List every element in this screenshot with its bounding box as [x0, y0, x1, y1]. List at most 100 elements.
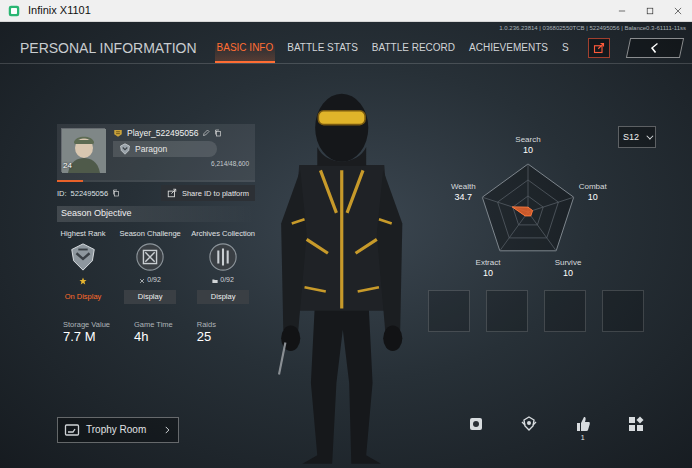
axis-label: Wealth	[451, 182, 476, 191]
axis-value: 10	[523, 145, 533, 155]
share-button[interactable]	[588, 38, 610, 58]
id-label: ID:	[57, 189, 67, 198]
tab[interactable]: ACHIEVEMENTS	[467, 42, 550, 63]
stat-label: Game Time	[134, 320, 173, 329]
close-button[interactable]	[664, 0, 692, 22]
id-row: ID:522495056 Share ID to platform	[57, 182, 255, 202]
stat: Storage Value7.7 M	[63, 320, 110, 346]
trophy-room-button[interactable]: Trophy Room	[57, 417, 179, 443]
stat: Raids25	[197, 320, 216, 346]
close-icon[interactable]	[673, 6, 683, 16]
tab[interactable]: BATTLE RECORD	[370, 42, 457, 63]
thumbs-up-icon[interactable]	[575, 416, 591, 432]
content: 24Player_522495056Paragon6,214/48,600ID:…	[0, 64, 692, 468]
season-select[interactable]: S12	[618, 126, 656, 148]
axis-label: Survive	[555, 258, 582, 267]
action-row: 1	[428, 416, 644, 442]
rank-name: Paragon	[135, 144, 167, 154]
trophy-icon[interactable]	[64, 422, 80, 438]
tab[interactable]: S	[560, 42, 571, 63]
share-id-button[interactable]: Share ID to platform	[161, 185, 255, 201]
emblem-icon[interactable]	[521, 416, 537, 432]
profile-panel: 24Player_522495056Paragon6,214/48,600ID:…	[57, 64, 255, 468]
objective: Archives Collection0/92Display	[191, 229, 255, 304]
empty-slot[interactable]	[602, 290, 644, 332]
folder-icon	[212, 278, 218, 284]
copy-icon[interactable]	[112, 189, 120, 197]
profile-info: Player_522495056 Paragon 6,214/48,600	[113, 128, 249, 176]
share-id-label: Share ID to platform	[182, 189, 249, 198]
chevron-right-icon[interactable]	[162, 425, 172, 435]
caret-icon[interactable]	[646, 132, 653, 139]
exp-text: 6,214/48,600	[113, 160, 249, 167]
edit-icon[interactable]	[202, 129, 210, 137]
objective-count: 0/92	[220, 276, 234, 284]
back-button[interactable]	[626, 38, 684, 58]
id-group: ID:522495056	[57, 189, 120, 198]
rank-pill: Paragon	[113, 141, 217, 157]
rank-badge-icon	[113, 128, 123, 138]
record-icon[interactable]	[468, 416, 484, 432]
copy-icon[interactable]	[214, 129, 222, 137]
minimize-icon[interactable]	[617, 6, 627, 16]
profile-card: 24Player_522495056Paragon6,214/48,600	[57, 124, 255, 180]
window-controls	[608, 0, 692, 22]
star-icon	[79, 277, 87, 285]
season-value: S12	[623, 132, 639, 143]
display-button[interactable]: On Display	[57, 290, 109, 304]
tab[interactable]: BATTLE STATS	[285, 42, 360, 63]
objective-progress: 0/92	[212, 276, 234, 286]
axis-label: Search	[515, 135, 540, 144]
display-button[interactable]: Display	[197, 290, 249, 304]
share-icon[interactable]	[593, 42, 605, 54]
window-title: Infinix X1101	[28, 4, 91, 17]
section-title: Season Objective	[57, 206, 255, 222]
app-icon	[8, 5, 20, 17]
stat-value: 25	[197, 329, 216, 346]
crossed-swords-icon	[139, 278, 145, 284]
share-icon[interactable]	[167, 188, 177, 198]
tab[interactable]: BASIC INFO	[215, 42, 276, 63]
header: PERSONAL INFORMATION BASIC INFO BATTLE STA…	[0, 34, 692, 64]
radar-values	[512, 207, 532, 216]
stat-label: Raids	[197, 320, 216, 329]
character-area	[255, 64, 428, 468]
maximize-icon[interactable]	[645, 6, 655, 16]
like-button[interactable]: 1	[575, 416, 591, 442]
minimize-button[interactable]	[608, 0, 636, 22]
archive-emblem-icon	[208, 242, 238, 272]
objective-progress	[79, 276, 87, 286]
slot-row	[428, 290, 668, 332]
challenge-emblem-icon	[135, 242, 165, 272]
grid-icon[interactable]	[628, 416, 644, 432]
stat-value: 7.7 M	[63, 329, 110, 346]
empty-slot[interactable]	[544, 290, 586, 332]
stat-label: Storage Value	[63, 320, 110, 329]
axis-value: 10	[483, 268, 493, 278]
empty-slot[interactable]	[428, 290, 470, 332]
objective: Season Challenge0/92Display	[119, 229, 180, 304]
character-model	[262, 64, 421, 468]
axis-label: Combat	[579, 182, 608, 191]
axis-value: 34.7	[455, 192, 473, 202]
exp-fill	[57, 180, 83, 182]
objective-count: 0/92	[147, 276, 161, 284]
name-row: Player_522495056	[113, 128, 249, 138]
title-bar: Infinix X1101	[0, 0, 692, 22]
build-row: 1.0.236.23814 | 036802550TCB | 522495056…	[0, 22, 692, 34]
like-count: 1	[581, 434, 585, 442]
display-button[interactable]: Display	[124, 290, 176, 304]
maximize-button[interactable]	[636, 0, 664, 22]
objective-label: Highest Rank	[60, 229, 105, 238]
player-name: Player_522495056	[127, 128, 198, 138]
rank-emblem-icon	[68, 242, 98, 272]
tab-bar: BASIC INFO BATTLE STATS BATTLE RECORD ACHIE…	[215, 42, 571, 63]
back-arrow-icon[interactable]	[648, 42, 663, 54]
objective-progress: 0/92	[139, 276, 161, 286]
axis-value: 10	[588, 192, 598, 202]
stats-panel: Search10Combat10Survive10Extract10Wealth…	[428, 64, 668, 468]
empty-slot[interactable]	[486, 290, 528, 332]
page-title: PERSONAL INFORMATION	[20, 40, 197, 63]
stat: Game Time4h	[134, 320, 173, 346]
exp-bar	[57, 180, 255, 182]
